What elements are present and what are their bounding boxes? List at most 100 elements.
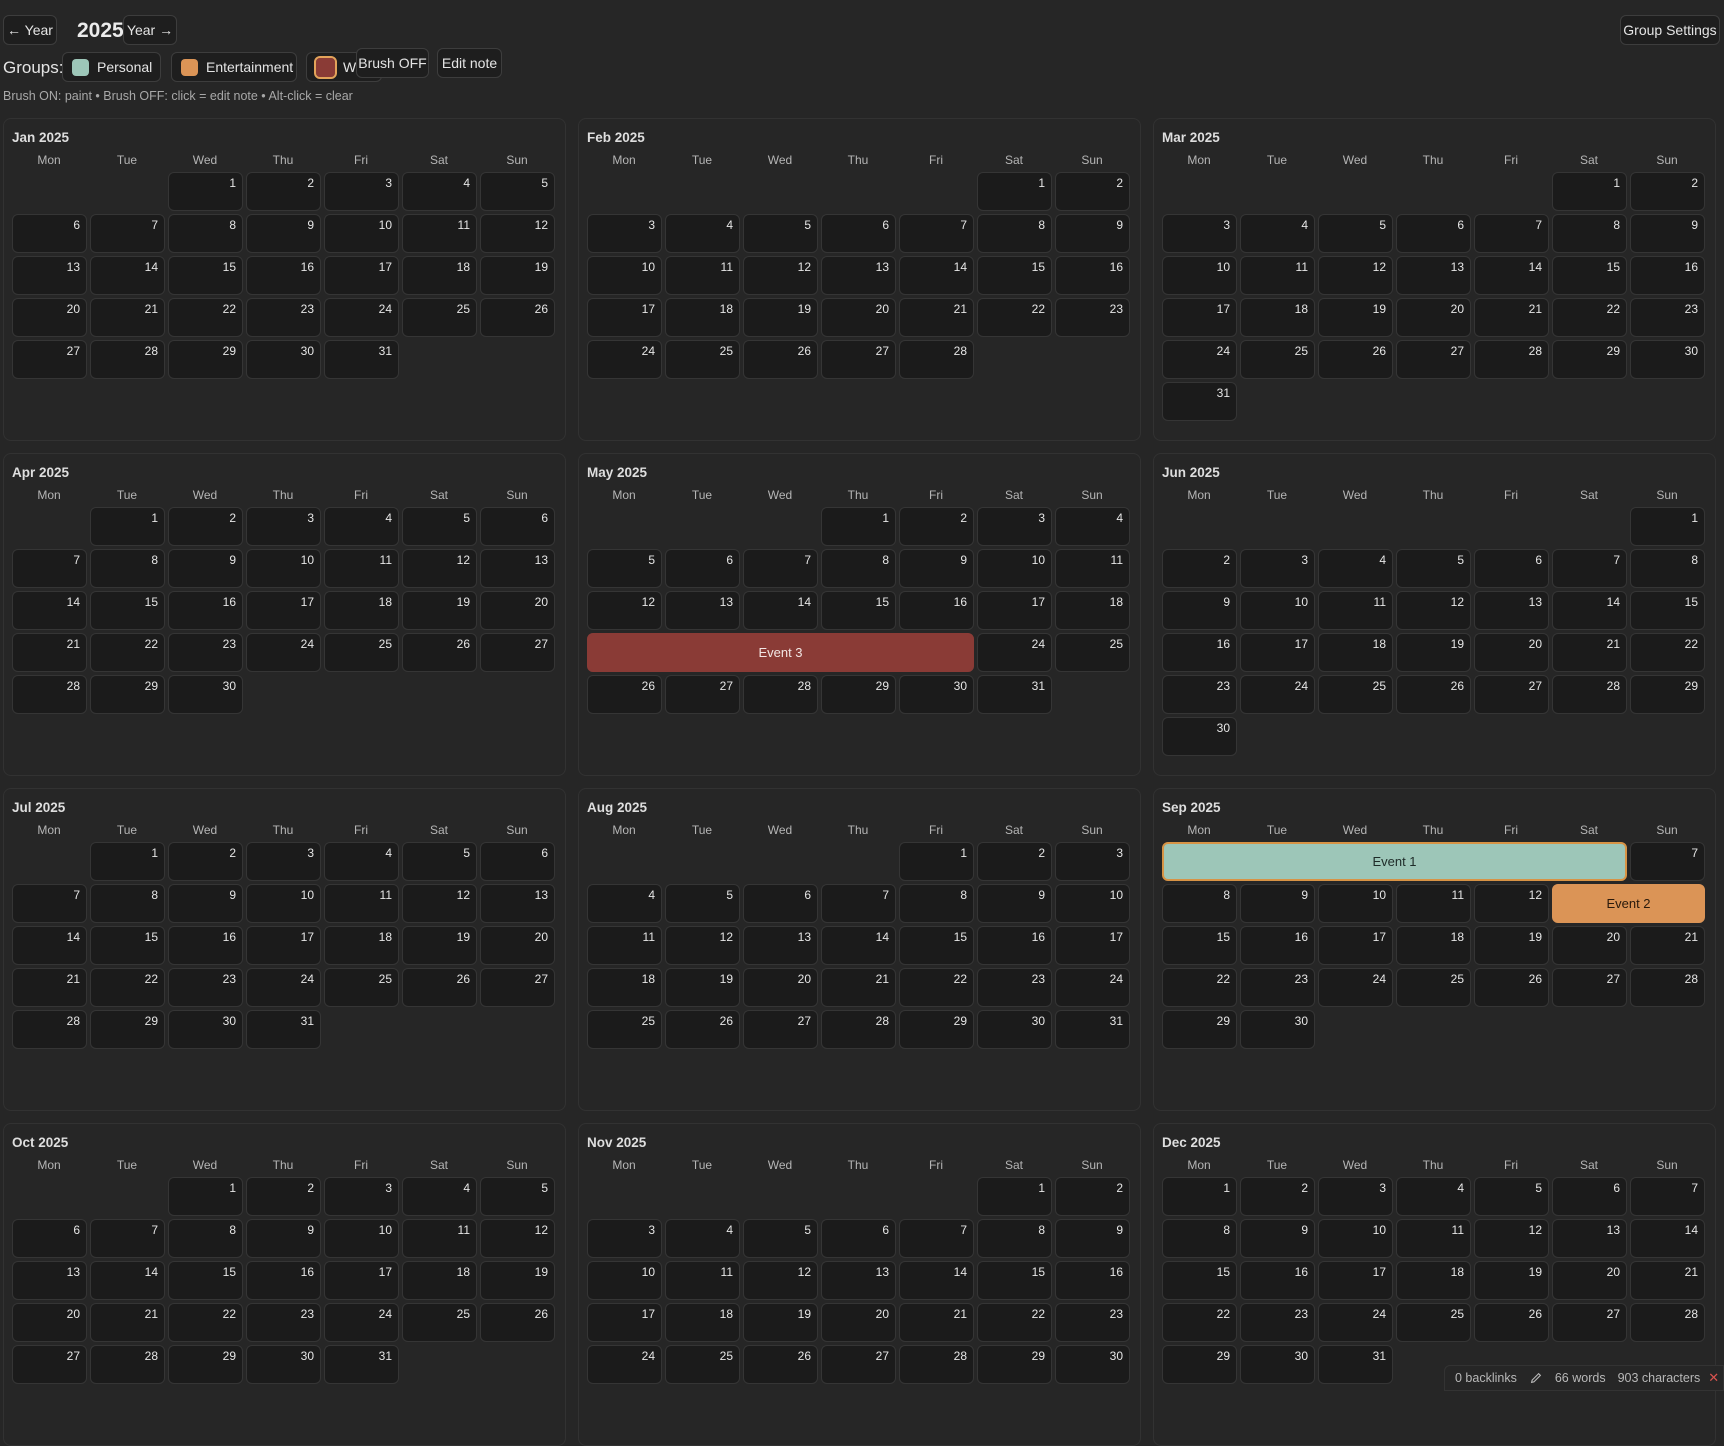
day-cell[interactable]: 15 — [90, 926, 165, 965]
day-cell[interactable]: 29 — [90, 675, 165, 714]
next-year-button[interactable]: Year → — [123, 15, 177, 45]
day-cell[interactable]: 8 — [1162, 884, 1237, 923]
day-cell[interactable]: 28 — [90, 1345, 165, 1384]
day-cell[interactable]: 7 — [1552, 549, 1627, 588]
day-cell[interactable]: 31 — [246, 1010, 321, 1049]
day-cell[interactable]: 25 — [1055, 633, 1130, 672]
day-cell[interactable]: 22 — [1630, 633, 1705, 672]
day-cell[interactable]: 19 — [665, 968, 740, 1007]
day-cell[interactable]: 3 — [1318, 1177, 1393, 1216]
day-cell[interactable]: 26 — [743, 340, 818, 379]
day-cell[interactable]: 22 — [977, 298, 1052, 337]
day-cell[interactable]: 8 — [1162, 1219, 1237, 1258]
day-cell[interactable]: 9 — [168, 549, 243, 588]
day-cell[interactable]: 3 — [324, 172, 399, 211]
day-cell[interactable]: 24 — [977, 633, 1052, 672]
day-cell[interactable]: 14 — [90, 1261, 165, 1300]
day-cell[interactable]: 25 — [1396, 1303, 1471, 1342]
day-cell[interactable]: 28 — [12, 675, 87, 714]
day-cell[interactable]: 16 — [246, 256, 321, 295]
day-cell[interactable]: 5 — [1318, 214, 1393, 253]
day-cell[interactable]: 15 — [168, 256, 243, 295]
day-cell[interactable]: 4 — [402, 1177, 477, 1216]
day-cell[interactable]: 15 — [1630, 591, 1705, 630]
day-cell[interactable]: 30 — [1630, 340, 1705, 379]
day-cell[interactable]: 11 — [1318, 591, 1393, 630]
day-cell[interactable]: 9 — [1630, 214, 1705, 253]
day-cell[interactable]: 2 — [1055, 172, 1130, 211]
day-cell[interactable]: 14 — [1630, 1219, 1705, 1258]
day-cell[interactable]: 17 — [324, 1261, 399, 1300]
day-cell[interactable]: 26 — [402, 968, 477, 1007]
day-cell[interactable]: 16 — [899, 591, 974, 630]
day-cell[interactable]: 18 — [1055, 591, 1130, 630]
day-cell[interactable]: 6 — [1474, 549, 1549, 588]
day-cell[interactable]: 29 — [1162, 1010, 1237, 1049]
day-cell[interactable]: 23 — [168, 968, 243, 1007]
day-cell[interactable]: 23 — [1240, 1303, 1315, 1342]
day-cell[interactable]: 30 — [168, 675, 243, 714]
day-cell[interactable]: 4 — [587, 884, 662, 923]
day-cell[interactable]: 4 — [665, 214, 740, 253]
day-cell[interactable]: 6 — [665, 549, 740, 588]
day-cell[interactable]: 10 — [246, 549, 321, 588]
day-cell[interactable]: 24 — [1318, 1303, 1393, 1342]
day-cell[interactable]: 25 — [1396, 968, 1471, 1007]
day-cell[interactable]: 24 — [1055, 968, 1130, 1007]
day-cell[interactable]: 24 — [587, 1345, 662, 1384]
day-cell[interactable]: 7 — [1630, 842, 1705, 881]
day-cell[interactable]: 16 — [1055, 1261, 1130, 1300]
day-cell[interactable]: 25 — [665, 340, 740, 379]
day-cell[interactable]: 16 — [1240, 1261, 1315, 1300]
day-cell[interactable]: 11 — [587, 926, 662, 965]
day-cell[interactable]: 30 — [1240, 1010, 1315, 1049]
day-cell[interactable]: 15 — [1162, 1261, 1237, 1300]
day-cell[interactable]: 29 — [1630, 675, 1705, 714]
day-cell[interactable]: 2 — [1630, 172, 1705, 211]
day-cell[interactable]: 19 — [743, 1303, 818, 1342]
day-cell[interactable]: 18 — [587, 968, 662, 1007]
day-cell[interactable]: 4 — [1240, 214, 1315, 253]
day-cell[interactable]: 20 — [12, 298, 87, 337]
day-cell[interactable]: 26 — [587, 675, 662, 714]
day-cell[interactable]: 26 — [1318, 340, 1393, 379]
day-cell[interactable]: 8 — [821, 549, 896, 588]
day-cell[interactable]: 5 — [480, 172, 555, 211]
day-cell[interactable]: 12 — [587, 591, 662, 630]
day-cell[interactable]: 12 — [1396, 591, 1471, 630]
day-cell[interactable]: 10 — [587, 1261, 662, 1300]
edit-note-button[interactable]: Edit note — [437, 48, 502, 78]
day-cell[interactable]: 22 — [1162, 968, 1237, 1007]
day-cell[interactable]: 24 — [587, 340, 662, 379]
day-cell[interactable]: 29 — [1552, 340, 1627, 379]
day-cell[interactable]: 26 — [665, 1010, 740, 1049]
day-cell[interactable]: 6 — [480, 842, 555, 881]
day-cell[interactable]: 26 — [1474, 968, 1549, 1007]
day-cell[interactable]: 27 — [480, 633, 555, 672]
day-cell[interactable]: 6 — [821, 214, 896, 253]
day-cell[interactable]: 10 — [246, 884, 321, 923]
day-cell[interactable]: 28 — [1630, 968, 1705, 1007]
day-cell[interactable]: 5 — [402, 507, 477, 546]
day-cell[interactable]: 25 — [402, 298, 477, 337]
day-cell[interactable]: 28 — [821, 1010, 896, 1049]
brush-toggle-button[interactable]: Brush OFF — [356, 48, 429, 78]
day-cell[interactable]: 13 — [480, 884, 555, 923]
day-cell[interactable]: 2 — [168, 507, 243, 546]
event-bar[interactable]: Event 1 — [1162, 842, 1627, 881]
day-cell[interactable]: 31 — [324, 340, 399, 379]
day-cell[interactable]: 15 — [977, 256, 1052, 295]
day-cell[interactable]: 20 — [480, 591, 555, 630]
day-cell[interactable]: 16 — [168, 926, 243, 965]
day-cell[interactable]: 15 — [1552, 256, 1627, 295]
day-cell[interactable]: 21 — [1630, 1261, 1705, 1300]
day-cell[interactable]: 14 — [12, 926, 87, 965]
day-cell[interactable]: 29 — [90, 1010, 165, 1049]
day-cell[interactable]: 17 — [1162, 298, 1237, 337]
day-cell[interactable]: 26 — [480, 1303, 555, 1342]
day-cell[interactable]: 16 — [977, 926, 1052, 965]
day-cell[interactable]: 24 — [1318, 968, 1393, 1007]
day-cell[interactable]: 31 — [977, 675, 1052, 714]
day-cell[interactable]: 5 — [743, 1219, 818, 1258]
day-cell[interactable]: 27 — [12, 1345, 87, 1384]
